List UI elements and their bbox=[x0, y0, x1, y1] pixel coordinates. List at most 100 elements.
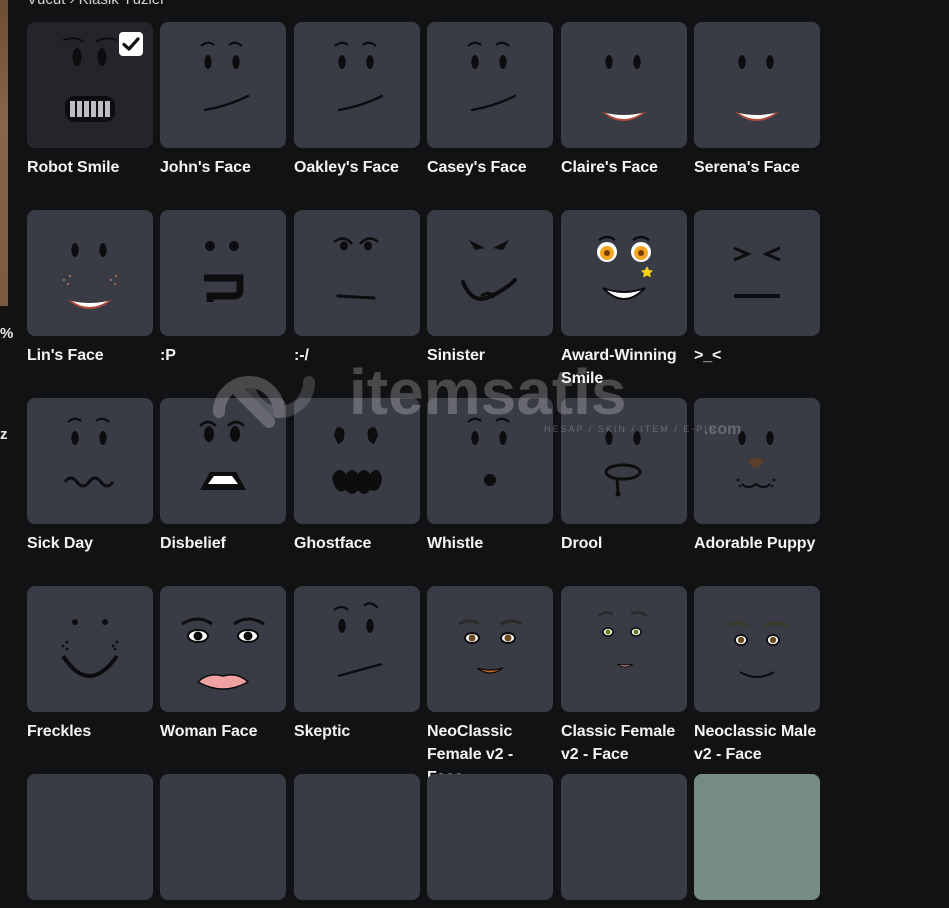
face-card[interactable] bbox=[294, 774, 420, 908]
face-card[interactable]: Whistle bbox=[427, 398, 553, 555]
check-icon[interactable] bbox=[119, 32, 143, 56]
face-card[interactable]: Award-Winning Smile bbox=[561, 210, 687, 390]
face-name: Serena's Face bbox=[694, 159, 800, 176]
face-thumbnail[interactable] bbox=[294, 22, 420, 148]
face-card[interactable]: NeoClassic Female v2 - Face bbox=[427, 586, 553, 789]
johns-face-icon bbox=[200, 41, 250, 112]
serenas-face-icon bbox=[735, 55, 779, 121]
face-thumbnail[interactable] bbox=[561, 22, 687, 148]
face-thumbnail[interactable] bbox=[694, 210, 820, 336]
claires-face-icon bbox=[602, 55, 646, 121]
face-thumbnail[interactable] bbox=[27, 210, 153, 336]
face-thumbnail[interactable] bbox=[694, 774, 820, 900]
face-card[interactable]: Casey's Face bbox=[427, 22, 553, 179]
face-card[interactable] bbox=[160, 774, 286, 908]
face-thumbnail[interactable] bbox=[694, 398, 820, 524]
neoclassic-male-face-icon bbox=[727, 621, 787, 678]
face-card[interactable] bbox=[561, 774, 687, 908]
face-card[interactable]: Serena's Face bbox=[694, 22, 820, 179]
face-name: :-/ bbox=[294, 347, 309, 364]
face-thumbnail[interactable] bbox=[294, 586, 420, 712]
classic-female-face-icon bbox=[598, 611, 648, 668]
face-name: Classic Female v2 - Face bbox=[561, 723, 676, 763]
face-name: Sick Day bbox=[27, 535, 93, 552]
face-card[interactable]: Sick Day bbox=[27, 398, 153, 555]
face-card[interactable]: Sinister bbox=[427, 210, 553, 367]
face-thumbnail[interactable] bbox=[427, 210, 553, 336]
woman-face-icon bbox=[181, 617, 265, 690]
face-card[interactable]: :P bbox=[160, 210, 286, 367]
face-name: :P bbox=[160, 347, 176, 364]
face-card[interactable]: Lin's Face bbox=[27, 210, 153, 367]
face-card[interactable]: Claire's Face bbox=[561, 22, 687, 179]
face-name: Whistle bbox=[427, 535, 484, 552]
face-thumbnail[interactable] bbox=[294, 210, 420, 336]
face-card[interactable]: Neoclassic Male v2 - Face bbox=[694, 586, 820, 766]
face-name: Ghostface bbox=[294, 535, 372, 552]
face-name: John's Face bbox=[160, 159, 251, 176]
face-thumbnail[interactable] bbox=[427, 398, 553, 524]
face-thumbnail[interactable] bbox=[427, 586, 553, 712]
face-card[interactable]: Skeptic bbox=[294, 586, 420, 743]
squint-face-icon bbox=[733, 246, 781, 298]
face-name: Oakley's Face bbox=[294, 159, 399, 176]
face-thumbnail[interactable] bbox=[561, 774, 687, 900]
breadcrumb[interactable]: Vücut › Klasik Yüzler bbox=[27, 0, 165, 8]
face-card[interactable] bbox=[694, 774, 820, 908]
whistle-face-icon bbox=[467, 417, 510, 486]
oakleys-face-icon bbox=[334, 41, 384, 112]
face-card[interactable]: :-/ bbox=[294, 210, 420, 367]
face-thumbnail[interactable] bbox=[27, 22, 153, 148]
face-card[interactable]: Oakley's Face bbox=[294, 22, 420, 179]
face-thumbnail[interactable] bbox=[294, 774, 420, 900]
face-name: Casey's Face bbox=[427, 159, 527, 176]
face-card[interactable]: Robot Smile bbox=[27, 22, 153, 179]
face-card[interactable]: Freckles bbox=[27, 586, 153, 743]
face-thumbnail[interactable] bbox=[160, 22, 286, 148]
face-thumbnail[interactable] bbox=[27, 398, 153, 524]
face-card[interactable]: Adorable Puppy bbox=[694, 398, 820, 555]
adorable-puppy-face-icon bbox=[736, 431, 776, 489]
face-thumbnail[interactable] bbox=[27, 774, 153, 900]
face-thumbnail[interactable] bbox=[160, 774, 286, 900]
face-name: Robot Smile bbox=[27, 159, 120, 176]
face-thumbnail[interactable] bbox=[427, 774, 553, 900]
face-name: Disbelief bbox=[160, 535, 226, 552]
face-thumbnail[interactable] bbox=[561, 398, 687, 524]
freckles-face-icon bbox=[61, 619, 119, 678]
face-thumbnail[interactable] bbox=[294, 398, 420, 524]
face-thumbnail[interactable] bbox=[694, 586, 820, 712]
face-thumbnail[interactable] bbox=[427, 22, 553, 148]
face-name: Neoclassic Male v2 - Face bbox=[694, 723, 817, 763]
unsure-face-icon bbox=[333, 237, 379, 300]
face-card[interactable] bbox=[27, 774, 153, 908]
face-card[interactable] bbox=[427, 774, 553, 908]
face-thumbnail[interactable] bbox=[160, 398, 286, 524]
neoclassic-female-face-icon bbox=[458, 619, 522, 674]
face-thumbnail[interactable] bbox=[27, 586, 153, 712]
award-winning-smile-icon bbox=[597, 235, 653, 300]
face-name: Sinister bbox=[427, 347, 485, 364]
face-card[interactable]: >_< bbox=[694, 210, 820, 367]
lins-face-icon bbox=[62, 243, 118, 309]
face-thumbnail[interactable] bbox=[160, 210, 286, 336]
face-name: Freckles bbox=[27, 723, 92, 740]
face-card[interactable]: John's Face bbox=[160, 22, 286, 179]
partial-face-icon bbox=[561, 774, 687, 900]
face-card[interactable]: Ghostface bbox=[294, 398, 420, 555]
face-thumbnail[interactable] bbox=[694, 22, 820, 148]
face-card[interactable]: Woman Face bbox=[160, 586, 286, 743]
face-card[interactable]: Classic Female v2 - Face bbox=[561, 586, 687, 766]
tongue-face-icon bbox=[204, 241, 244, 302]
face-name: Claire's Face bbox=[561, 159, 658, 176]
face-card[interactable]: Drool bbox=[561, 398, 687, 555]
sinister-face-icon bbox=[461, 240, 517, 301]
sick-day-face-icon bbox=[63, 417, 115, 488]
partial-face-icon bbox=[427, 774, 553, 900]
face-card[interactable]: Disbelief bbox=[160, 398, 286, 555]
face-thumbnail[interactable] bbox=[561, 210, 687, 336]
ghostface-icon bbox=[332, 427, 382, 494]
face-name: Adorable Puppy bbox=[694, 535, 816, 552]
face-thumbnail[interactable] bbox=[160, 586, 286, 712]
face-thumbnail[interactable] bbox=[561, 586, 687, 712]
